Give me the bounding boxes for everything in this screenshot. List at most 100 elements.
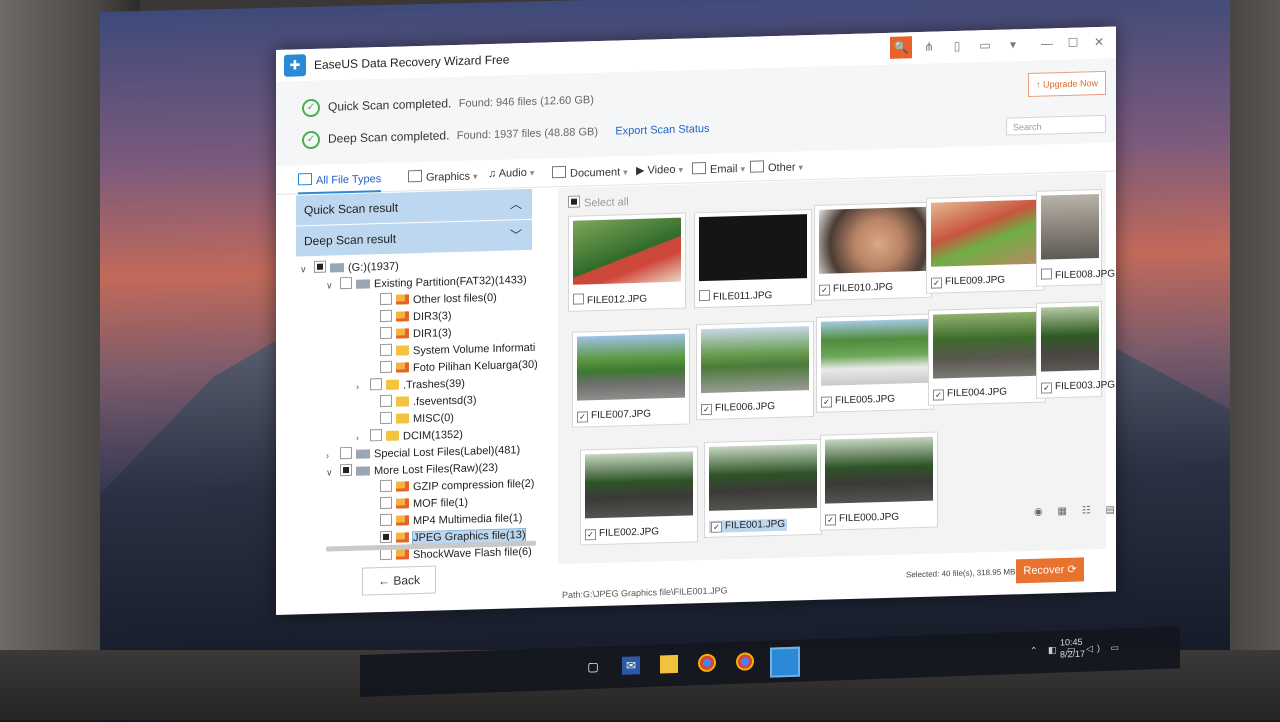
file-thumbnail[interactable]: ✓ FILE005.JPG: [816, 313, 934, 413]
chrome-icon[interactable]: [736, 652, 754, 671]
tab-document[interactable]: Document ▾: [552, 164, 628, 180]
file-checkbox[interactable]: [699, 289, 710, 302]
file-thumbnail[interactable]: FILE011.JPG: [694, 209, 812, 309]
feedback-icon[interactable]: ▭: [974, 34, 996, 57]
tree-item[interactable]: .fseventsd(3): [366, 392, 477, 411]
tab-audio[interactable]: ♫ Audio ▾: [488, 167, 534, 180]
task-view-icon[interactable]: ▢: [584, 658, 602, 677]
tree-checkbox[interactable]: [380, 530, 392, 544]
play-icon: ▶: [636, 164, 648, 177]
file-checkbox[interactable]: ✓: [825, 514, 836, 526]
tree-item[interactable]: ∨ (G:)(1937): [300, 259, 399, 278]
tab-video[interactable]: ▶ Video ▾: [636, 163, 683, 177]
photo-preview: [819, 206, 927, 274]
file-checkbox[interactable]: ✓: [1041, 382, 1052, 394]
tree-item[interactable]: DIR3(3): [366, 308, 452, 326]
file-caption: ✓ FILE007.JPG: [577, 409, 651, 423]
file-thumbnail[interactable]: ✓ FILE002.JPG: [580, 446, 698, 546]
file-thumbnail[interactable]: ✓ FILE006.JPG: [696, 320, 814, 421]
system-clock[interactable]: 10:45 8/2/17: [1060, 636, 1085, 661]
recover-button[interactable]: Recover ⟳: [1016, 557, 1084, 584]
tree-checkbox[interactable]: [340, 276, 352, 290]
tab-other[interactable]: Other ▾: [750, 159, 803, 174]
view-mode-toolbar[interactable]: ◉ ▦ ☷ ▤: [1034, 504, 1121, 517]
file-checkbox[interactable]: ✓: [585, 529, 596, 541]
checkbox-partial[interactable]: [568, 195, 580, 208]
chevron-down-icon: ▾: [678, 164, 683, 175]
file-checkbox[interactable]: ✓: [701, 403, 712, 416]
tree-item[interactable]: GZIP compression file(2): [366, 476, 534, 497]
file-thumbnail[interactable]: ✓ FILE009.JPG: [926, 194, 1044, 294]
tree-checkbox[interactable]: [380, 326, 392, 340]
close-button[interactable]: ✕: [1088, 31, 1110, 54]
file-thumbnail[interactable]: FILE012.JPG: [568, 212, 686, 312]
file-checkbox[interactable]: ✓: [821, 396, 832, 408]
file-checkbox[interactable]: [573, 293, 584, 305]
tree-checkbox[interactable]: [380, 292, 392, 306]
tree-checkbox[interactable]: [380, 343, 392, 357]
search-icon[interactable]: 🔍: [890, 36, 912, 59]
tree-checkbox[interactable]: [380, 360, 392, 374]
tree-item[interactable]: Other lost files(0): [366, 290, 497, 310]
bookmark-icon[interactable]: ▯: [946, 35, 968, 58]
file-name: FILE004.JPG: [947, 386, 1008, 400]
file-thumbnail[interactable]: FILE008.JPG: [1036, 188, 1115, 287]
photo-preview: [699, 214, 807, 282]
export-scan-status-link[interactable]: Export Scan Status: [615, 123, 709, 138]
tree-checkbox[interactable]: [380, 309, 392, 323]
minimize-button[interactable]: —: [1036, 32, 1058, 55]
mail-icon[interactable]: ✉: [622, 656, 640, 675]
tree-checkbox[interactable]: [314, 260, 326, 273]
deep-scan-result-header[interactable]: Deep Scan result ﹀: [296, 219, 532, 257]
search-input[interactable]: Search: [1006, 114, 1106, 136]
file-checkbox[interactable]: [1041, 268, 1052, 280]
easeus-taskbar-icon[interactable]: [770, 646, 800, 678]
tree-checkbox[interactable]: [340, 446, 352, 460]
tree-checkbox[interactable]: [370, 378, 382, 391]
tab-all-file-types[interactable]: All File Types: [298, 171, 382, 195]
file-thumbnail-selected[interactable]: ✓ FILE001.JPG: [704, 438, 822, 539]
tab-graphics[interactable]: Graphics ▾: [408, 168, 478, 184]
maximize-button[interactable]: ☐: [1062, 31, 1084, 54]
back-button[interactable]: ← Back: [362, 565, 436, 596]
clock-time: 10:45: [1060, 636, 1083, 648]
tree-item[interactable]: DIR1(3): [366, 325, 452, 343]
file-thumbnail[interactable]: ✓ FILE007.JPG: [572, 328, 690, 428]
upgrade-now-button[interactable]: ↑ Upgrade Now: [1028, 70, 1106, 97]
tab-email[interactable]: Email ▾: [692, 161, 745, 176]
menu-icon[interactable]: ▾: [1002, 33, 1024, 56]
tree-item[interactable]: › .Trashes(39): [356, 376, 465, 395]
file-path: Path:G:\JPEG Graphics file\FILE001.JPG: [562, 585, 728, 601]
tree-checkbox[interactable]: [340, 463, 352, 477]
file-checkbox[interactable]: ✓: [933, 389, 944, 401]
select-all-checkbox[interactable]: Select all: [568, 194, 629, 210]
selection-summary: Selected: 40 file(s), 318.95 MB: [906, 567, 1016, 580]
file-checkbox[interactable]: ✓: [931, 277, 942, 289]
share-icon[interactable]: ⋔: [918, 35, 940, 58]
tree-item[interactable]: MISC(0): [366, 410, 454, 428]
file-checkbox[interactable]: ✓: [711, 521, 722, 533]
photo-preview: [701, 326, 809, 394]
tree-checkbox[interactable]: [380, 513, 392, 527]
chrome-icon[interactable]: [698, 653, 716, 673]
tree-checkbox[interactable]: [380, 496, 392, 510]
file-thumbnail[interactable]: ✓ FILE000.JPG: [820, 431, 938, 531]
tree-label: DIR1(3): [413, 327, 452, 341]
file-checkbox[interactable]: ✓: [819, 284, 830, 296]
tree-checkbox[interactable]: [370, 429, 382, 442]
chevron-down-icon: ▾: [740, 163, 746, 175]
tree-label: (G:)(1937): [348, 260, 399, 274]
file-thumbnail[interactable]: ✓ FILE003.JPG: [1036, 300, 1115, 399]
tree-item[interactable]: › DCIM(1352): [356, 427, 463, 446]
tree-checkbox[interactable]: [380, 479, 392, 493]
tree-item[interactable]: Foto Pilihan Keluarga(30): [366, 357, 538, 378]
file-explorer-icon[interactable]: [660, 654, 678, 674]
tree-item[interactable]: MOF file(1): [366, 495, 468, 514]
file-checkbox[interactable]: ✓: [577, 411, 588, 423]
tree-checkbox[interactable]: [380, 394, 392, 408]
file-thumbnail[interactable]: ✓ FILE004.JPG: [928, 306, 1046, 406]
partition-icon: [356, 279, 370, 289]
file-thumbnail[interactable]: ✓ FILE010.JPG: [814, 201, 932, 301]
tree-label: DIR3(3): [413, 310, 452, 324]
tree-checkbox[interactable]: [380, 411, 392, 425]
